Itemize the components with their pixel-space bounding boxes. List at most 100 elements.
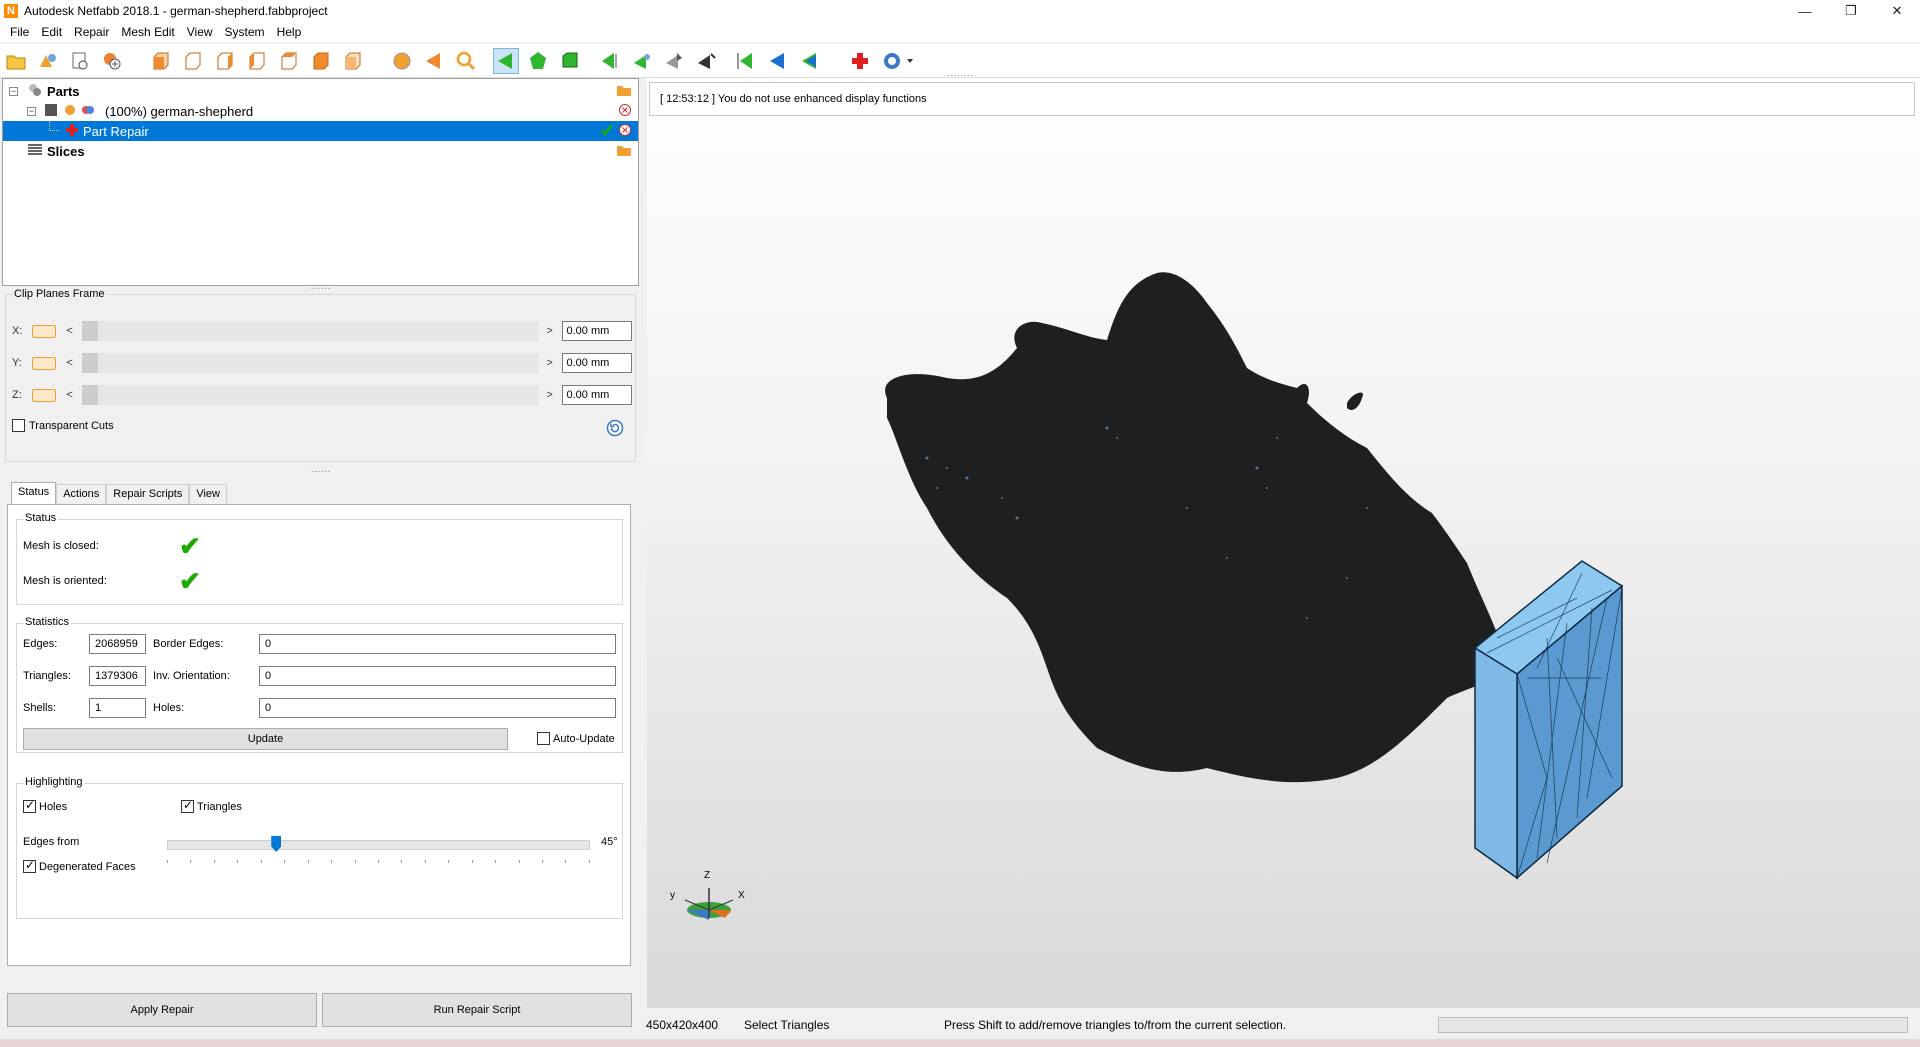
select-triangles-icon[interactable] xyxy=(493,48,519,74)
splitter-handle[interactable]: ······ xyxy=(2,467,639,478)
view-front-icon[interactable] xyxy=(148,48,174,74)
triangles-checkbox[interactable] xyxy=(181,798,194,813)
view-top-icon[interactable] xyxy=(276,48,302,74)
auto-update-option[interactable]: Auto-Update xyxy=(537,732,615,745)
open-folder-icon[interactable] xyxy=(3,48,29,74)
holes-checkbox[interactable] xyxy=(23,798,36,813)
clip-increase-button[interactable]: > xyxy=(544,357,556,369)
holes-field: 0 xyxy=(259,698,616,718)
menu-system[interactable]: System xyxy=(219,25,271,39)
slider-thumb[interactable] xyxy=(81,321,98,341)
zoom-icon[interactable] xyxy=(453,48,479,74)
close-button[interactable]: ✕ xyxy=(1874,0,1920,22)
tab-view[interactable]: View xyxy=(189,484,227,504)
degenerated-faces-checkbox[interactable] xyxy=(23,858,36,873)
tree-repair-row[interactable]: Part Repair xyxy=(3,121,638,141)
arrow-left-icon[interactable] xyxy=(421,48,447,74)
slider-thumb[interactable] xyxy=(271,836,282,852)
run-repair-script-button[interactable]: Run Repair Script xyxy=(322,993,632,1027)
clip-value-field[interactable]: 0.00 mm xyxy=(561,353,632,373)
add-part-icon[interactable] xyxy=(35,48,61,74)
restore-button[interactable]: ❐ xyxy=(1828,0,1874,22)
transparent-cuts-checkbox[interactable] xyxy=(12,419,25,432)
clip-slider[interactable] xyxy=(81,385,538,405)
apply-repair-button[interactable]: Apply Repair xyxy=(7,993,317,1027)
auto-update-checkbox[interactable] xyxy=(537,732,550,745)
clip-enable-toggle[interactable] xyxy=(31,324,56,338)
clip-slider[interactable] xyxy=(81,321,538,341)
tab-actions[interactable]: Actions xyxy=(56,484,107,504)
minimize-button[interactable]: — xyxy=(1782,0,1828,22)
select-lasso-icon[interactable] xyxy=(693,48,719,74)
edges-angle-slider[interactable] xyxy=(167,836,590,852)
invert-selection-icon[interactable] xyxy=(765,48,791,74)
visibility-icon[interactable] xyxy=(63,103,77,120)
clip-increase-button[interactable]: > xyxy=(544,389,556,401)
vertical-splitter[interactable] xyxy=(640,78,646,1038)
transparent-cuts-option[interactable]: Transparent Cuts xyxy=(12,419,114,432)
collapse-toggle[interactable]: − xyxy=(9,86,18,96)
remove-icon[interactable] xyxy=(618,103,632,120)
tab-repair-scripts[interactable]: Repair Scripts xyxy=(106,484,190,504)
menu-repair[interactable]: Repair xyxy=(68,25,115,39)
clip-slider[interactable] xyxy=(81,353,538,373)
tree-part-row[interactable]: − (100%) german-shepherd xyxy=(3,101,638,121)
3d-viewport[interactable]: Z X y xyxy=(647,78,1920,1008)
cancel-icon[interactable] xyxy=(618,123,632,140)
slider-thumb[interactable] xyxy=(81,353,98,373)
confirm-check-icon[interactable] xyxy=(600,123,614,140)
add-icon[interactable] xyxy=(99,48,125,74)
ear-right-mesh xyxy=(1347,392,1364,410)
clip-decrease-button[interactable]: < xyxy=(64,389,76,401)
menu-view[interactable]: View xyxy=(181,25,219,39)
triangles-option[interactable]: Triangles xyxy=(181,798,242,813)
select-shell-icon[interactable] xyxy=(557,48,583,74)
tree-parts-row[interactable]: − Parts xyxy=(3,81,638,101)
menu-help[interactable]: Help xyxy=(271,25,308,39)
new-project-icon[interactable] xyxy=(67,48,93,74)
splitter-handle[interactable]: ········ xyxy=(900,71,1020,82)
mesh-closed-label: Mesh is closed: xyxy=(23,540,99,552)
clip-enable-toggle[interactable] xyxy=(31,356,56,370)
view-iso-icon[interactable] xyxy=(340,48,366,74)
reset-icon[interactable] xyxy=(606,419,624,440)
help-dropdown-icon[interactable] xyxy=(879,48,919,74)
deselect-icon[interactable] xyxy=(733,48,759,74)
clip-increase-button[interactable]: > xyxy=(544,325,556,337)
view-bottom-icon[interactable] xyxy=(308,48,334,74)
clip-value-field[interactable]: 0.00 mm xyxy=(561,321,632,341)
update-button[interactable]: Update xyxy=(23,728,508,750)
folder-open-icon[interactable] xyxy=(616,143,632,160)
repair-cross-icon[interactable] xyxy=(847,48,873,74)
collapse-toggle[interactable]: − xyxy=(27,106,36,116)
menu-mesh-edit[interactable]: Mesh Edit xyxy=(115,25,180,39)
tab-status[interactable]: Status xyxy=(11,482,57,504)
select-plane-icon[interactable] xyxy=(597,48,623,74)
select-all-icon[interactable] xyxy=(797,48,823,74)
scene-canvas[interactable] xyxy=(647,78,1920,1008)
clip-decrease-button[interactable]: < xyxy=(64,357,76,369)
current-mode: Select Triangles xyxy=(744,1018,830,1032)
folder-open-icon[interactable] xyxy=(616,83,632,100)
sphere-icon[interactable] xyxy=(389,48,415,74)
select-surface-icon[interactable] xyxy=(525,48,551,74)
dimensions-readout: 450x420x400 xyxy=(646,1018,719,1032)
slider-thumb[interactable] xyxy=(81,385,98,405)
tree-slices-row[interactable]: Slices xyxy=(3,141,638,161)
select-flip-icon[interactable] xyxy=(629,48,655,74)
view-left-icon[interactable] xyxy=(212,48,238,74)
menu-file[interactable]: File xyxy=(4,25,35,39)
view-back-icon[interactable] xyxy=(180,48,206,74)
select-paint-icon[interactable] xyxy=(661,48,687,74)
clip-decrease-button[interactable]: < xyxy=(64,325,76,337)
view-right-icon[interactable] xyxy=(244,48,270,74)
part-mesh-icon xyxy=(43,102,59,121)
degenerated-faces-option[interactable]: Degenerated Faces xyxy=(23,858,136,873)
menu-bar: File Edit Repair Mesh Edit View System H… xyxy=(0,22,1920,42)
color-icon[interactable] xyxy=(81,103,95,120)
holes-option[interactable]: Holes xyxy=(23,798,67,813)
clip-value-field[interactable]: 0.00 mm xyxy=(561,385,632,405)
clip-enable-toggle[interactable] xyxy=(31,388,56,402)
menu-edit[interactable]: Edit xyxy=(35,25,68,39)
clip-row-x: X: < > 0.00 mm xyxy=(12,319,632,343)
